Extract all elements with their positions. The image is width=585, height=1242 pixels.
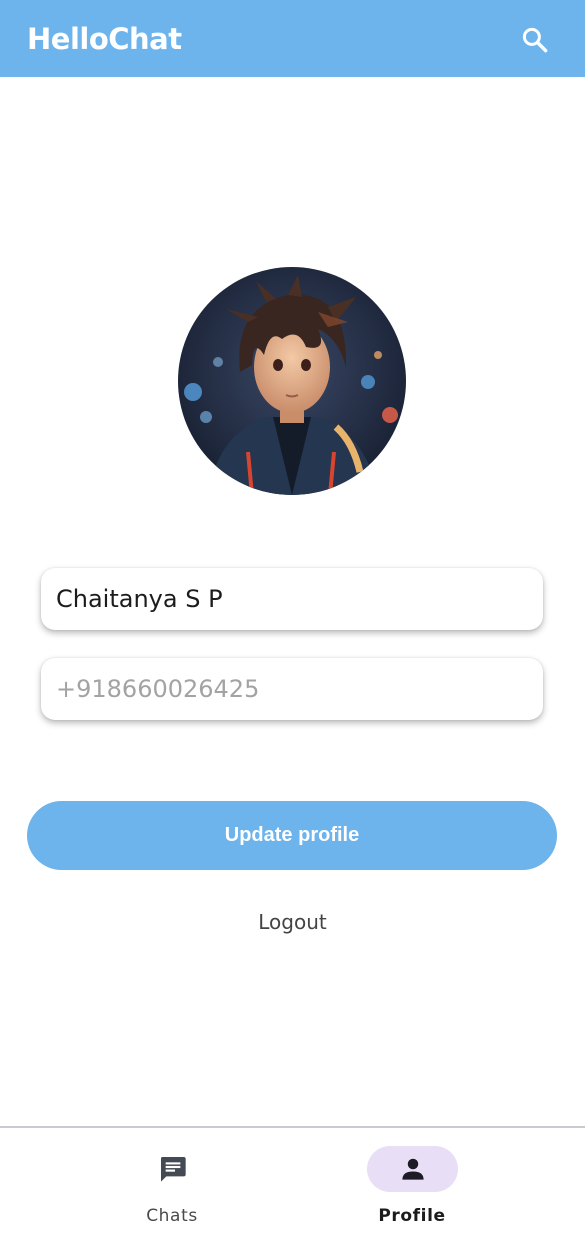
update-profile-button[interactable]: Update profile (27, 801, 557, 870)
search-button[interactable] (511, 20, 559, 60)
name-input[interactable] (41, 568, 543, 630)
phone-field[interactable] (41, 658, 543, 720)
search-icon (522, 27, 548, 53)
profile-avatar[interactable] (178, 267, 406, 495)
app-title: HelloChat (27, 22, 182, 56)
nav-label-chats: Chats (146, 1206, 198, 1226)
nav-item-profile[interactable]: Profile (337, 1128, 487, 1242)
nav-indicator-chats (127, 1146, 218, 1192)
chat-icon (160, 1157, 186, 1182)
nav-indicator-profile (367, 1146, 458, 1192)
app-bar: HelloChat (0, 0, 585, 77)
person-icon (401, 1158, 424, 1180)
logout-button[interactable]: Logout (0, 910, 585, 934)
phone-input[interactable] (41, 658, 543, 720)
nav-label-profile: Profile (378, 1206, 446, 1226)
name-field[interactable] (41, 568, 543, 630)
nav-item-chats[interactable]: Chats (97, 1128, 247, 1242)
bottom-navigation: Chats Profile (0, 1126, 585, 1242)
avatar-image (178, 267, 406, 495)
